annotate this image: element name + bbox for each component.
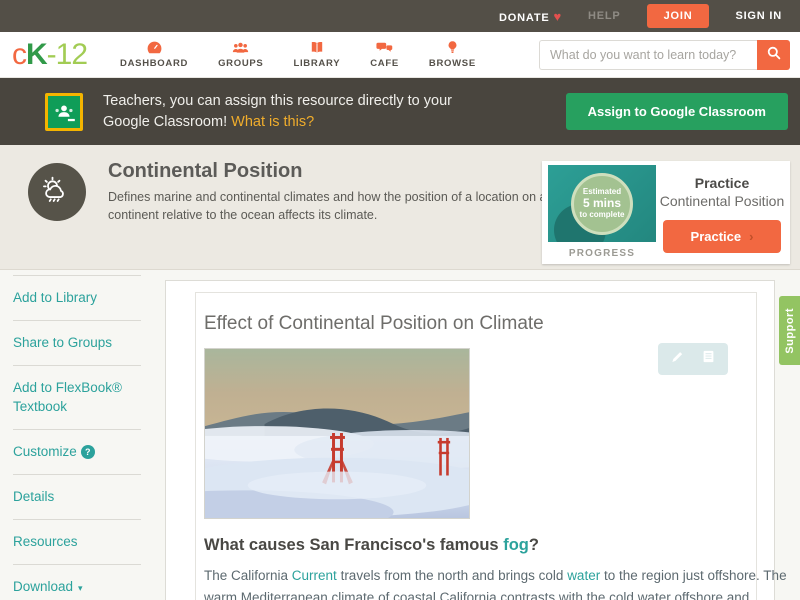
chevron-right-icon: › <box>749 229 753 244</box>
golden-gate-fog-image <box>204 348 470 519</box>
search-button[interactable] <box>757 40 790 70</box>
article-title: Effect of Continental Position on Climat… <box>204 313 756 335</box>
nav-item-library[interactable]: LIBRARY <box>293 40 340 69</box>
nav-label-browse: BROWSE <box>429 58 476 69</box>
lightbulb-icon <box>445 40 460 55</box>
question-prefix: What causes San Francisco's famous <box>204 536 503 554</box>
people-icon <box>232 40 249 55</box>
estimate-line3: to complete <box>574 210 630 219</box>
signin-link[interactable]: SIGN IN <box>735 10 782 22</box>
practice-card: Estimated 5 mins to complete PROGRESS Pr… <box>542 161 790 264</box>
sidebar-item-share-to-groups[interactable]: Share to Groups <box>13 320 141 365</box>
nav-label-dashboard: DASHBOARD <box>120 58 188 69</box>
nav-item-browse[interactable]: BROWSE <box>429 40 476 69</box>
fog-link[interactable]: fog <box>503 536 529 554</box>
sidebar-item-add-to-flexbook[interactable]: Add to FlexBook® Textbook <box>13 365 141 429</box>
annotation-toolbar[interactable] <box>658 343 728 375</box>
practice-title-rest: Continental Position <box>660 193 785 209</box>
water-link[interactable]: water <box>567 568 600 583</box>
practice-button-label: Practice <box>691 229 742 244</box>
nav-item-groups[interactable]: GROUPS <box>218 40 263 69</box>
logo-12: -12 <box>47 38 87 71</box>
support-tab-label: Support <box>784 308 796 354</box>
logo-c: c <box>12 38 26 71</box>
sidebar-item-resources[interactable]: Resources <box>13 519 141 564</box>
help-link[interactable]: HELP <box>588 10 621 22</box>
sidebar-item-add-to-library[interactable]: Add to Library <box>13 275 141 320</box>
practice-card-title: Practice Continental Position <box>658 174 786 210</box>
search-icon <box>766 45 782 64</box>
donate-link[interactable]: DONATE ♥ <box>499 9 562 24</box>
nav-label-cafe: CAFE <box>370 58 399 69</box>
resource-header-text: Continental Position Defines marine and … <box>108 160 578 269</box>
current-link[interactable]: Current <box>292 568 337 583</box>
support-tab[interactable]: Support <box>779 296 800 365</box>
sidebar-item-details[interactable]: Details <box>13 474 141 519</box>
highlighter-icon[interactable] <box>670 349 685 369</box>
logo-k: K <box>26 38 47 71</box>
heart-icon: ♥ <box>553 9 562 24</box>
practice-button[interactable]: Practice › <box>663 220 781 253</box>
practice-title-bold: Practice <box>695 175 749 191</box>
download-label: Download <box>13 579 73 594</box>
main-navbar: cK-12 DASHBOARD GROUPS LIBRARY CAFE BROW… <box>0 32 800 78</box>
nav-item-cafe[interactable]: CAFE <box>370 40 399 69</box>
article-question-heading: What causes San Francisco's famous fog? <box>204 536 756 555</box>
practice-card-right: Practice Continental Position Practice › <box>658 165 786 260</box>
nav-label-library: LIBRARY <box>293 58 340 69</box>
paragraph-text-1: The California <box>204 568 292 583</box>
paragraph-text-2: travels from the north and brings cold <box>337 568 567 583</box>
practice-thumbnail[interactable]: Estimated 5 mins to complete <box>548 165 656 242</box>
estimate-line2: 5 mins <box>574 197 630 211</box>
article-paragraph: The California Current travels from the … <box>204 565 800 600</box>
action-sidebar: Add to Library Share to Groups Add to Fl… <box>13 275 141 600</box>
assign-to-classroom-button[interactable]: Assign to Google Classroom <box>566 93 788 130</box>
caret-down-icon: ▾ <box>78 583 83 593</box>
sidebar-item-download[interactable]: Download ▾ <box>13 564 141 600</box>
resource-header: Continental Position Defines marine and … <box>0 145 800 270</box>
content-area: Add to Library Share to Groups Add to Fl… <box>0 270 800 600</box>
weather-icon <box>28 163 86 221</box>
google-classroom-icon <box>45 93 83 131</box>
help-icon[interactable]: ? <box>81 445 95 459</box>
book-icon <box>309 40 325 55</box>
note-icon[interactable] <box>701 349 716 369</box>
top-utility-bar: DONATE ♥ HELP JOIN SIGN IN <box>0 0 800 32</box>
practice-card-left: Estimated 5 mins to complete PROGRESS <box>546 165 658 260</box>
ck12-logo[interactable]: cK-12 <box>12 40 87 70</box>
sidebar-item-customize[interactable]: Customize? <box>13 429 141 474</box>
resource-description: Defines marine and continental climates … <box>108 188 578 224</box>
join-button[interactable]: JOIN <box>647 4 710 28</box>
google-classroom-banner: Teachers, you can assign this resource d… <box>0 78 800 145</box>
search-bar <box>539 40 790 70</box>
article-panel: Effect of Continental Position on Climat… <box>195 292 757 600</box>
search-input[interactable] <box>539 40 757 70</box>
article-card: Effect of Continental Position on Climat… <box>165 280 775 600</box>
resource-title: Continental Position <box>108 160 578 183</box>
nav-item-dashboard[interactable]: DASHBOARD <box>120 40 188 69</box>
what-is-this-link[interactable]: What is this? <box>231 114 314 130</box>
estimated-time-badge: Estimated 5 mins to complete <box>571 173 633 235</box>
gauge-icon <box>146 40 163 55</box>
customize-label: Customize <box>13 444 77 459</box>
donate-label: DONATE <box>499 12 549 24</box>
chat-bubbles-icon <box>376 40 393 55</box>
banner-message: Teachers, you can assign this resource d… <box>103 91 463 133</box>
question-suffix: ? <box>529 536 539 554</box>
nav-label-groups: GROUPS <box>218 58 263 69</box>
progress-label: PROGRESS <box>569 248 635 259</box>
